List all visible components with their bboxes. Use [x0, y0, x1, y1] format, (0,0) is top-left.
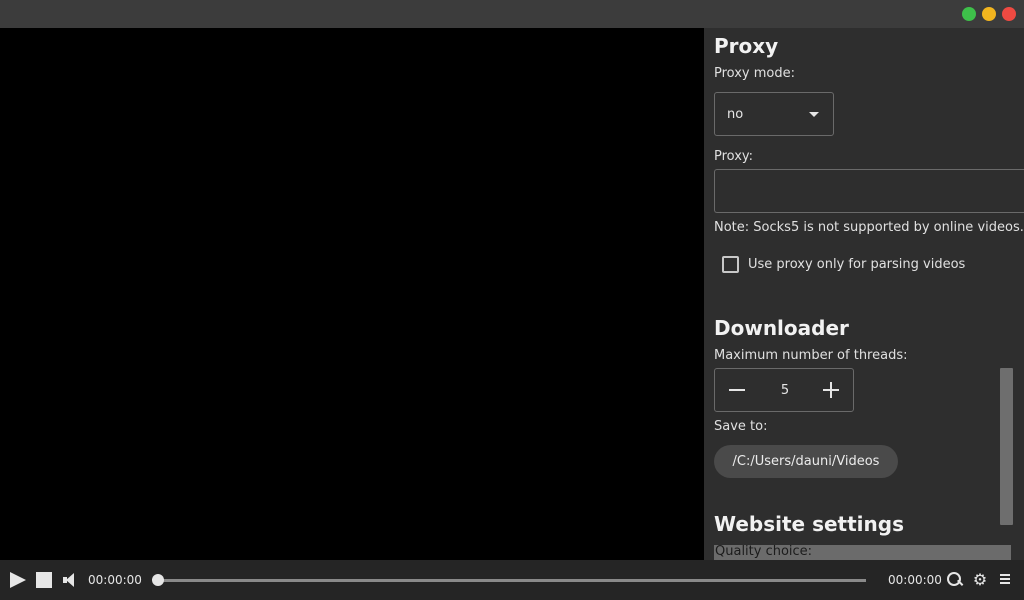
- video-area[interactable]: [0, 28, 704, 560]
- save-to-label: Save to:: [714, 419, 768, 434]
- proxy-note: Note: Socks5 is not supported by online …: [714, 220, 1024, 235]
- quality-choice-row[interactable]: Quality choice:: [714, 545, 1011, 560]
- stop-icon[interactable]: [36, 572, 52, 588]
- website-settings-heading: Website settings: [714, 512, 904, 536]
- threads-stepper: 5: [714, 368, 854, 412]
- window-minimize-button[interactable]: [982, 7, 996, 21]
- player-controls: 00:00:00 00:00:00 ⚙: [0, 560, 1024, 600]
- proxy-parse-only-label[interactable]: Use proxy only for parsing videos: [748, 257, 965, 272]
- current-time: 00:00:00: [88, 573, 142, 587]
- volume-icon[interactable]: [63, 572, 77, 588]
- total-time: 00:00:00: [888, 573, 942, 587]
- proxy-input[interactable]: [714, 169, 1024, 213]
- plus-icon[interactable]: [823, 382, 839, 398]
- title-bar: [0, 0, 1024, 28]
- proxy-mode-value: no: [727, 107, 744, 122]
- proxy-parse-only-checkbox[interactable]: [722, 256, 739, 273]
- seek-handle[interactable]: [152, 574, 164, 586]
- proxy-heading: Proxy: [714, 34, 779, 58]
- panel-scrollbar-thumb[interactable]: [1000, 368, 1013, 525]
- settings-panel: Proxy Proxy mode: no Proxy: Note: Socks5…: [704, 28, 1024, 560]
- window-maximize-button[interactable]: [962, 7, 976, 21]
- proxy-label: Proxy:: [714, 149, 754, 164]
- save-path-button[interactable]: /C:/Users/dauni/Videos: [714, 445, 898, 478]
- gear-icon[interactable]: ⚙: [972, 572, 988, 588]
- threads-label: Maximum number of threads:: [714, 348, 908, 363]
- downloader-heading: Downloader: [714, 316, 849, 340]
- search-icon[interactable]: [947, 572, 962, 588]
- quality-choice-label: Quality choice:: [715, 545, 813, 559]
- chevron-down-icon: [809, 112, 819, 117]
- window-close-button[interactable]: [1002, 7, 1016, 21]
- proxy-mode-label: Proxy mode:: [714, 66, 795, 81]
- menu-icon[interactable]: [1000, 574, 1012, 586]
- play-icon[interactable]: [10, 572, 26, 588]
- seek-bar[interactable]: [158, 579, 866, 582]
- proxy-mode-select[interactable]: no: [714, 92, 834, 136]
